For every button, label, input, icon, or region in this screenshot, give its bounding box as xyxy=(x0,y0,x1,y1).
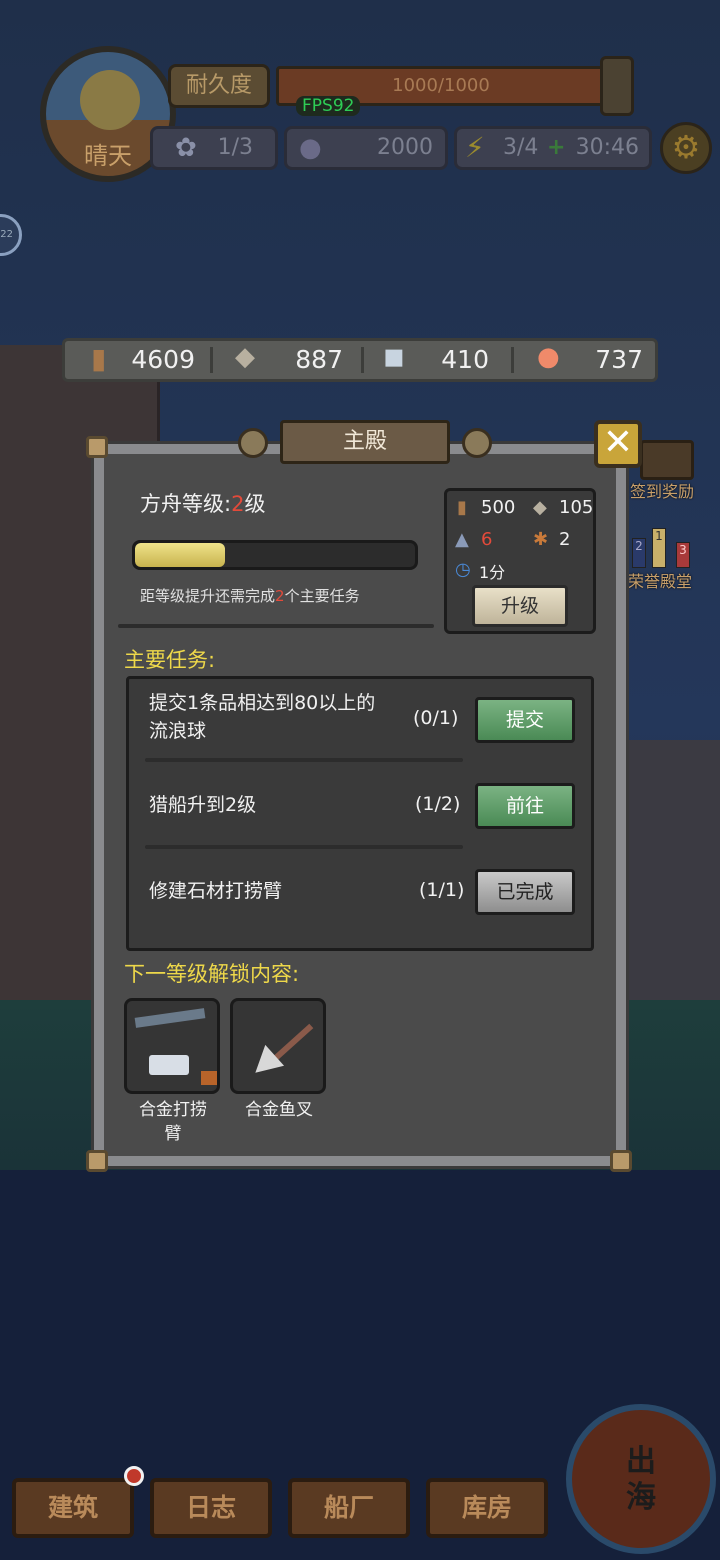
podium-third: 3 xyxy=(676,542,690,568)
crane-base-icon xyxy=(201,1071,217,1085)
energy-counter[interactable]: ⚡ 3/4 + 30:46 xyxy=(454,126,652,170)
stone-icon: ◆ xyxy=(235,342,255,372)
durability-bar-cap xyxy=(600,56,634,116)
resource-bar: ▮ 4609 ◆ 887 ◼ 410 ● 737 xyxy=(62,338,658,382)
unlock-title: 下一等级解锁内容: xyxy=(124,962,300,986)
unlock-label-line: 臂 xyxy=(164,1124,182,1144)
nav-storage-button[interactable]: 库房 xyxy=(426,1478,548,1538)
notification-dot xyxy=(124,1466,144,1486)
divider xyxy=(118,624,434,628)
submit-button[interactable]: 提交 xyxy=(475,697,575,743)
fish-meat-icon: ● xyxy=(537,342,560,372)
set-sail-label: 出 海 xyxy=(572,1444,710,1516)
frame-corner xyxy=(610,1150,632,1172)
go-button[interactable]: 前往 xyxy=(475,783,575,829)
requirement-suffix: 个主要任务 xyxy=(284,587,360,605)
stone-value: 887 xyxy=(295,345,343,374)
podium-first: 1 xyxy=(652,528,666,568)
set-sail-label-line: 海 xyxy=(626,1480,656,1515)
sun-icon xyxy=(80,70,140,130)
podium-second: 2 xyxy=(632,538,646,568)
unlock-alloy-harpoon[interactable] xyxy=(230,998,326,1094)
wood-icon: ▮ xyxy=(457,497,467,518)
fps-counter: FPS92 xyxy=(296,96,361,116)
energy-plus-icon[interactable]: + xyxy=(547,129,565,167)
separator xyxy=(210,347,213,373)
ark-level-label: 方舟等级: xyxy=(140,492,232,516)
close-button[interactable]: ✕ xyxy=(594,420,642,468)
energy-value: 3/4 xyxy=(503,135,539,160)
stone-icon: ◆ xyxy=(533,497,547,518)
durability-label: 耐久度 xyxy=(168,64,270,108)
task-progress: (1/2) xyxy=(415,793,461,815)
squid-icon: ✿ xyxy=(175,133,197,163)
task-name: 提交1条品相达到80以上的 流浪球 xyxy=(149,689,375,745)
task-name: 修建石材打捞臂 xyxy=(149,880,283,902)
separator xyxy=(511,347,514,373)
cost-metal: 6 xyxy=(481,529,493,550)
frame-corner xyxy=(86,1150,108,1172)
metal-value: 410 xyxy=(441,345,489,374)
cost-stone: 105 xyxy=(559,497,594,518)
metal-ingot-icon: ◼ xyxy=(383,342,405,372)
ark-level: 方舟等级:2级 xyxy=(140,488,265,518)
nav-build-button[interactable]: 建筑 xyxy=(12,1478,134,1538)
task-name-line: 提交1条品相达到80以上的 xyxy=(149,692,376,714)
coin-counter[interactable]: ● 2000 xyxy=(284,126,448,170)
task-progress: (0/1) xyxy=(413,707,459,729)
task-name-line: 流浪球 xyxy=(149,720,207,742)
clock-icon: ◷ xyxy=(455,559,471,580)
wood-icon: ▮ xyxy=(91,342,107,375)
treasure-chest-icon[interactable] xyxy=(640,440,694,480)
frame-corner xyxy=(86,436,108,458)
crane-arm-icon xyxy=(134,1008,206,1028)
unlock-label-line: 合金打捞 xyxy=(139,1100,207,1120)
sign-in-reward-label[interactable]: 签到奖励 xyxy=(630,478,694,502)
task-list: 提交1条品相达到80以上的 流浪球 (0/1) 提交 猎船升到2级 (1/2) … xyxy=(126,676,594,951)
requirement-count: 2 xyxy=(275,587,285,605)
task-progress: (1/1) xyxy=(419,879,465,901)
fish-value: 737 xyxy=(595,345,643,374)
energy-timer: 30:46 xyxy=(575,135,639,160)
hall-of-honor-label[interactable]: 荣誉殿堂 xyxy=(628,568,692,592)
coin-bag-icon: ● xyxy=(299,133,322,163)
nav-log-button[interactable]: 日志 xyxy=(150,1478,272,1538)
level-progress-fill xyxy=(135,543,225,567)
coin-value: 2000 xyxy=(377,135,433,160)
unlock-label: 合金打捞 臂 xyxy=(124,1098,222,1146)
separator xyxy=(361,347,364,373)
unlock-alloy-salvage-arm[interactable] xyxy=(124,998,220,1094)
main-tasks-title: 主要任务: xyxy=(124,648,216,672)
task-name: 猎船升到2级 xyxy=(149,794,257,816)
crew-counter[interactable]: ✿ 1/3 xyxy=(150,126,278,170)
ark-level-value: 2 xyxy=(231,492,245,516)
requirement-prefix: 距等级提升还需完成 xyxy=(140,587,276,605)
modal-title: 主殿 xyxy=(280,420,450,464)
unlock-label: 合金鱼叉 xyxy=(245,1100,313,1120)
crew-value: 1/3 xyxy=(217,135,253,160)
set-sail-button[interactable]: 出 海 xyxy=(566,1404,716,1554)
completed-button: 已完成 xyxy=(475,869,575,915)
level-requirement: 距等级提升还需完成2个主要任务 xyxy=(140,585,360,606)
alloy-ingot-icon xyxy=(149,1055,189,1075)
divider xyxy=(145,758,463,762)
lightning-icon: ⚡ xyxy=(465,131,485,164)
title-knob-left xyxy=(238,428,268,458)
cost-rope: 2 xyxy=(559,529,571,550)
nav-shipyard-button[interactable]: 船厂 xyxy=(288,1478,410,1538)
set-sail-label-line: 出 xyxy=(626,1444,656,1479)
cost-wood: 500 xyxy=(481,497,516,518)
settings-gear-icon[interactable]: ⚙ xyxy=(660,122,712,174)
wood-value: 4609 xyxy=(131,345,195,374)
scrap-metal-icon: ▲ xyxy=(455,529,469,550)
level-progress-bar xyxy=(132,540,418,570)
title-knob-right xyxy=(462,428,492,458)
upgrade-button[interactable]: 升级 xyxy=(472,585,568,627)
rope-icon: ✱ xyxy=(533,529,549,550)
cost-time: 1分 xyxy=(479,563,506,582)
divider xyxy=(145,845,463,849)
ark-level-suffix: 级 xyxy=(244,492,266,516)
